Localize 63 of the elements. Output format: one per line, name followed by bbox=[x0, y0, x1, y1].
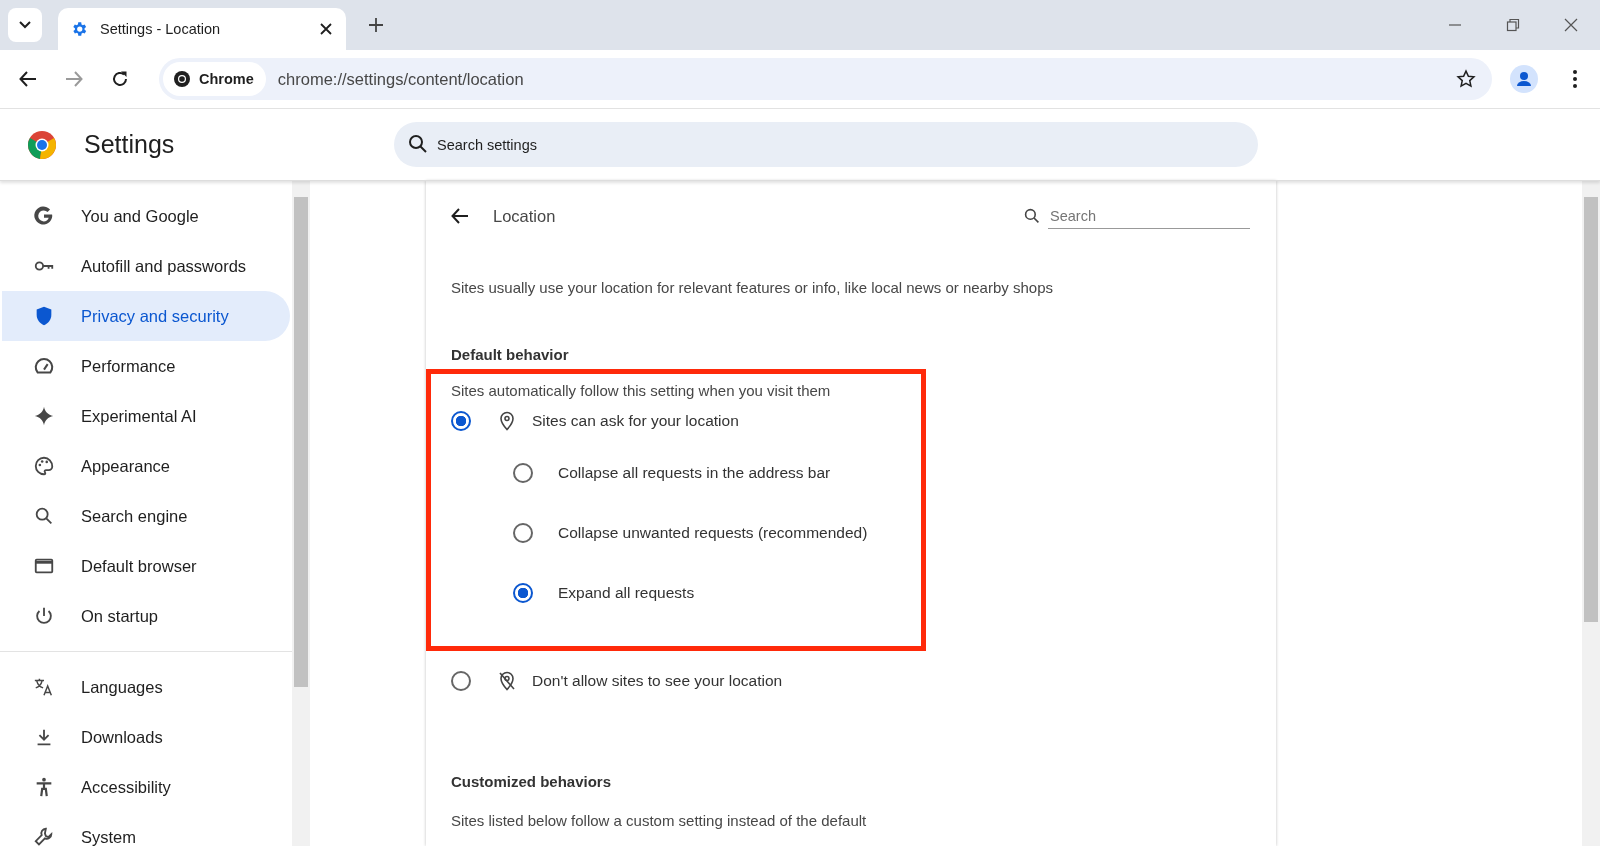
restore-icon[interactable] bbox=[1506, 18, 1520, 32]
sidebar-item[interactable]: Search engine bbox=[2, 491, 290, 541]
scrollbar[interactable] bbox=[1582, 181, 1600, 846]
reload-icon[interactable] bbox=[111, 70, 129, 88]
search-icon bbox=[1024, 208, 1040, 224]
sidebar-item[interactable]: System bbox=[2, 812, 290, 846]
radio-button[interactable] bbox=[513, 463, 533, 483]
close-icon[interactable] bbox=[320, 23, 332, 35]
google-g-icon bbox=[33, 205, 55, 227]
sidebar-item[interactable]: Languages bbox=[2, 662, 290, 712]
section-heading: Default behavior bbox=[451, 346, 570, 363]
radio-button[interactable] bbox=[513, 523, 533, 543]
subtitle-text: Sites listed below follow a custom setting instead of the default bbox=[451, 812, 868, 829]
sidebar-item[interactable]: Experimental AI bbox=[2, 391, 290, 441]
radio-button[interactable] bbox=[513, 583, 533, 603]
search-icon bbox=[33, 505, 55, 527]
forward-arrow-icon[interactable] bbox=[65, 70, 83, 88]
sparkle-icon bbox=[33, 405, 55, 427]
page-title: Settings bbox=[84, 130, 176, 159]
wrench-icon bbox=[33, 826, 55, 846]
sidebar-item[interactable]: Accessibility bbox=[2, 762, 290, 812]
sidebar-item[interactable]: Default browser bbox=[2, 541, 290, 591]
radio-button[interactable] bbox=[451, 411, 471, 431]
profile-avatar-icon[interactable] bbox=[1510, 65, 1538, 93]
sidebar-item[interactable]: Performance bbox=[2, 341, 290, 391]
search-field[interactable]: Search settings bbox=[394, 122, 1258, 167]
option-label: Don't allow sites to see your location bbox=[532, 672, 783, 690]
palette-icon bbox=[33, 455, 55, 477]
sidebar-item[interactable]: On startup bbox=[2, 591, 290, 641]
description-text: Sites usually use your location for relevant features or info, like local news or nearby shops bbox=[451, 279, 1054, 296]
star-icon[interactable] bbox=[1456, 69, 1476, 89]
option-label: Collapse all requests in the address bar bbox=[558, 464, 831, 482]
address-bar[interactable]: Chrome chrome://settings/content/location bbox=[159, 58, 1492, 100]
option-label: Expand all requests bbox=[558, 584, 695, 602]
option-label: Collapse unwanted requests (recommended) bbox=[558, 524, 868, 542]
subtitle-text: Sites automatically follow this setting when you visit them bbox=[451, 382, 832, 399]
translate-icon bbox=[33, 676, 55, 698]
sidebar-item[interactable]: Appearance bbox=[2, 441, 290, 491]
section-heading: Customized behaviors bbox=[451, 773, 613, 790]
tab-title: Settings - Location bbox=[100, 21, 222, 37]
power-icon bbox=[33, 605, 55, 627]
option-label: Sites can ask for your location bbox=[532, 412, 739, 430]
radio-button[interactable] bbox=[451, 671, 471, 691]
location-pin-icon bbox=[498, 411, 516, 431]
chrome-logo-icon bbox=[173, 70, 191, 88]
scrollbar[interactable] bbox=[292, 181, 310, 846]
back-arrow-icon[interactable] bbox=[19, 70, 37, 88]
back-arrow-icon[interactable] bbox=[451, 207, 469, 225]
new-tab-icon[interactable] bbox=[368, 17, 384, 33]
chrome-logo-icon bbox=[27, 129, 57, 160]
tab-search-button[interactable] bbox=[8, 8, 42, 42]
url-text: chrome://settings/content/location bbox=[277, 69, 525, 89]
location-off-icon bbox=[498, 671, 516, 691]
chevron-down-icon bbox=[19, 21, 31, 29]
browser-tab[interactable]: Settings - Location bbox=[58, 8, 346, 50]
site-chip[interactable]: Chrome bbox=[163, 62, 266, 96]
sidebar-item[interactable]: Privacy and security bbox=[2, 291, 290, 341]
search-icon bbox=[408, 134, 428, 154]
sidebar-item[interactable]: You and Google bbox=[2, 191, 290, 241]
sidebar-item[interactable]: Downloads bbox=[2, 712, 290, 762]
menu-icon[interactable] bbox=[1572, 69, 1578, 89]
sidebar-item[interactable]: Autofill and passwords bbox=[2, 241, 290, 291]
section-title: Location bbox=[493, 206, 556, 226]
